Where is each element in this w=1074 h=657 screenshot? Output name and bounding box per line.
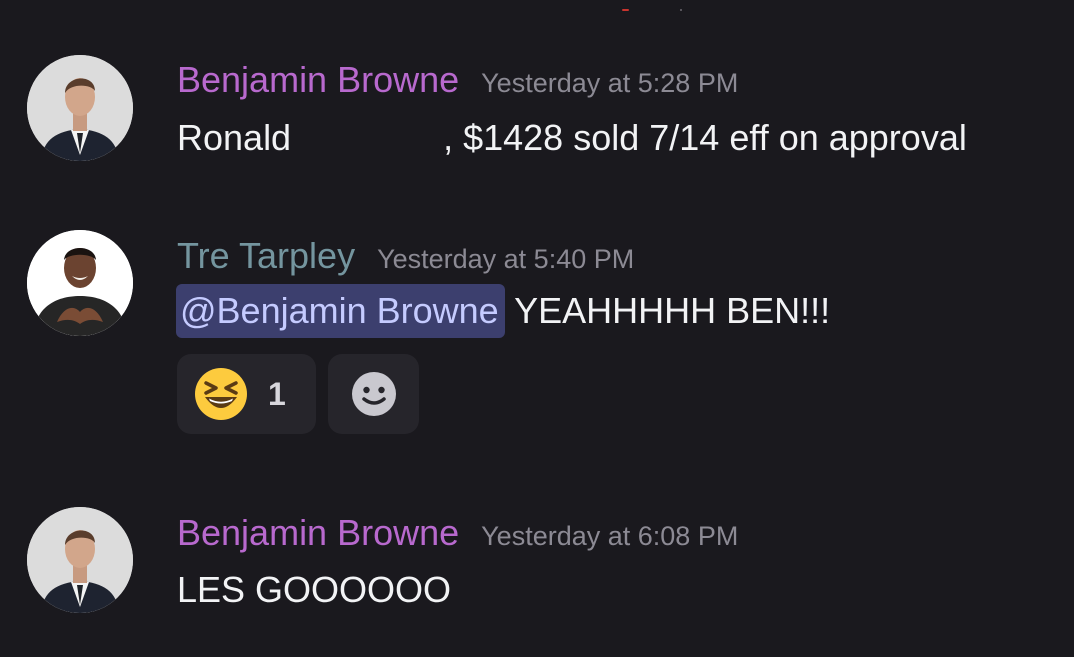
avatar-photo — [27, 230, 133, 336]
avatar[interactable] — [27, 230, 133, 336]
avatar-photo — [27, 55, 133, 161]
reaction-button[interactable]: 1 — [177, 354, 316, 434]
message-content: Ronald , $1428 sold 7/14 eff on approval — [177, 116, 967, 160]
top-cropped-fragment — [622, 9, 629, 11]
top-cropped-fragment — [680, 9, 682, 11]
message-header: Tre Tarpley Yesterday at 5:40 PM — [177, 236, 634, 276]
message-text: Ronald — [177, 117, 292, 158]
reaction-count: 1 — [268, 375, 286, 412]
message-text: YEAHHHHH BEN!!! — [514, 290, 831, 331]
username[interactable]: Tre Tarpley — [177, 236, 355, 276]
avatar[interactable] — [27, 507, 133, 613]
user-mention[interactable]: @Benjamin Browne — [176, 284, 505, 338]
username[interactable]: Benjamin Browne — [177, 513, 459, 553]
add-reaction-button[interactable] — [328, 354, 419, 434]
message-text: LES GOOOOOO — [177, 569, 452, 610]
avatar-photo — [27, 507, 133, 613]
message-header: Benjamin Browne Yesterday at 5:28 PM — [177, 60, 738, 100]
username[interactable]: Benjamin Browne — [177, 60, 459, 100]
reactions-bar: 1 — [177, 354, 419, 434]
grinning-squinting-face-icon — [195, 368, 247, 420]
message-header: Benjamin Browne Yesterday at 6:08 PM — [177, 513, 738, 553]
message-content: LES GOOOOOO — [177, 568, 451, 612]
timestamp[interactable]: Yesterday at 5:28 PM — [481, 68, 738, 99]
avatar[interactable] — [27, 55, 133, 161]
timestamp[interactable]: Yesterday at 6:08 PM — [481, 521, 738, 552]
add-reaction-smiley-icon — [351, 372, 396, 416]
timestamp[interactable]: Yesterday at 5:40 PM — [377, 244, 634, 275]
message-text: , $1428 sold 7/14 eff on approval — [443, 117, 967, 158]
message-content: @Benjamin Browne YEAHHHHH BEN!!! — [176, 284, 831, 338]
